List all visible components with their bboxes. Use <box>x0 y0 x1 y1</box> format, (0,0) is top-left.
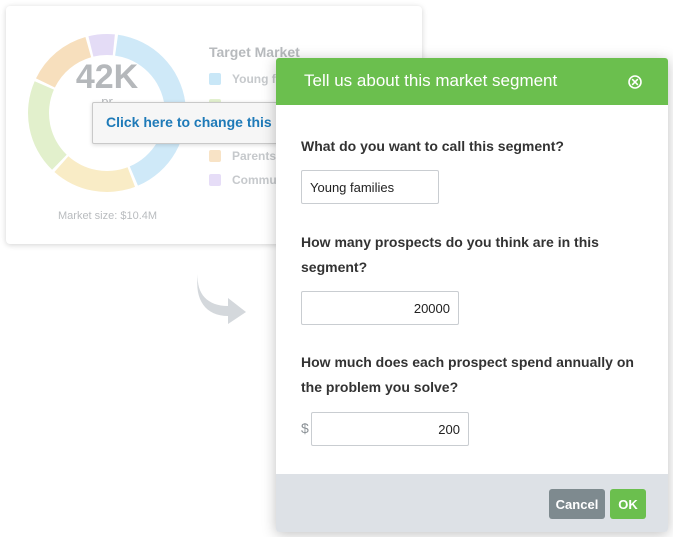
legend-swatch <box>209 73 221 85</box>
legend-label: Commu <box>232 173 277 187</box>
segment-name-label: What do you want to call this segment? <box>301 138 564 154</box>
donut-value: 42K <box>75 58 139 96</box>
annual-spend-input[interactable] <box>311 412 469 446</box>
legend-swatch <box>209 174 221 186</box>
legend-label: Parents <box>232 149 277 163</box>
dialog-footer: Cancel OK <box>276 474 668 532</box>
prospects-count-input[interactable] <box>301 291 459 325</box>
cancel-button[interactable]: Cancel <box>549 489 605 519</box>
ok-button[interactable]: OK <box>610 489 646 519</box>
segment-name-input[interactable] <box>301 170 439 204</box>
tooltip-text[interactable]: Click here to change this <box>106 114 272 130</box>
curved-arrow-icon <box>197 274 246 324</box>
dialog-title: Tell us about this market segment <box>304 71 558 90</box>
donut-slice-segment-b <box>54 156 136 192</box>
legend-swatch <box>209 150 221 162</box>
market-size-label: Market size: $10.4M <box>58 210 158 222</box>
change-tooltip[interactable]: Click here to change this <box>92 102 280 144</box>
donut-slice-community <box>88 34 115 57</box>
annual-spend-label: How much does each prospect spend annual… <box>301 354 634 395</box>
dialog-header: Tell us about this market segment <box>276 58 668 105</box>
prospects-count-label: How many prospects do you think are in t… <box>301 234 599 275</box>
currency-symbol: $ <box>301 420 309 436</box>
legend-label: Young f <box>232 72 276 86</box>
close-icon[interactable] <box>628 75 642 89</box>
segment-dialog: Tell us about this market segment What d… <box>276 58 668 532</box>
